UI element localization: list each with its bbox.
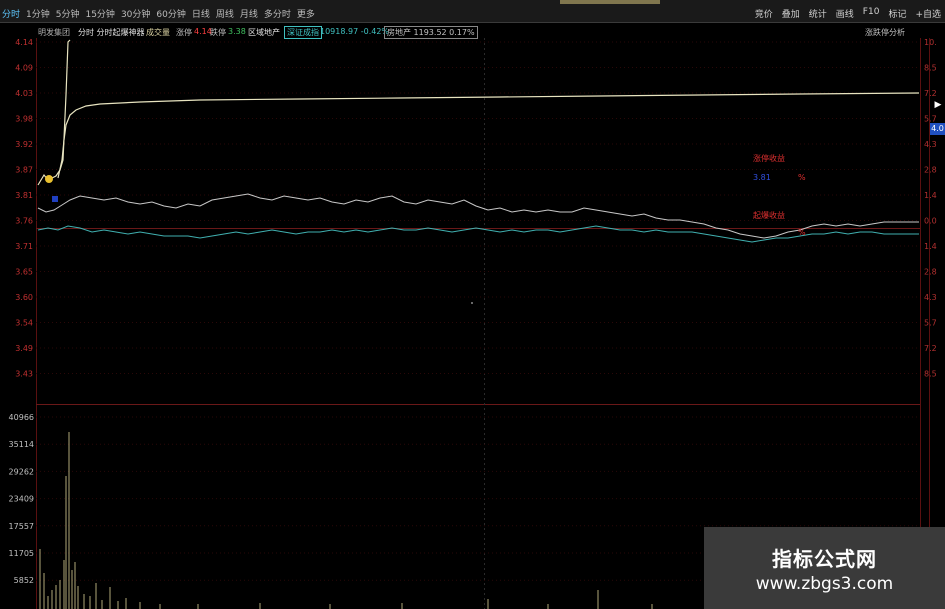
price-tick-label: 3.76 [15, 217, 33, 226]
white-line [37, 193, 919, 239]
price-tick-label: 3.98 [15, 115, 33, 124]
watermark: 指标公式网 www.zbgs3.com [704, 527, 945, 609]
watermark-title: 指标公式网 [772, 547, 877, 571]
price-tick-label: 3.65 [15, 268, 33, 277]
volume-bars [39, 432, 653, 609]
price-tick-label: 4.14 [15, 38, 33, 47]
price-tick-label: 3.81 [15, 191, 33, 200]
price-tick-label: 4.09 [15, 64, 33, 73]
volume-tick-label: 5852 [14, 576, 34, 585]
side-panel: ▶ 4.0 [929, 38, 945, 609]
volume-tick-label: 40966 [9, 413, 34, 422]
intraday-chart[interactable]: 4.14 4.09 4.03 3.98 3.92 3.87 3.81 3.76 3.71 3.65… [0, 0, 945, 609]
smile-marker-icon [45, 175, 53, 183]
breakout-profit-label: 起爆收益 [753, 211, 785, 220]
volume-tick-label: 17557 [9, 522, 34, 531]
volume-tick-label: 35114 [9, 440, 34, 449]
price-tick-label: 3.71 [15, 242, 33, 251]
price-tick-label: 3.60 [15, 293, 33, 302]
price-tick-label: 3.49 [15, 344, 33, 353]
limit-profit-label: 涨停收益 [753, 154, 785, 163]
price-tick-label: 4.03 [15, 89, 33, 98]
expand-arrow-icon[interactable]: ▶ [932, 100, 944, 112]
blue-marker-icon [52, 196, 58, 202]
dot-marker [471, 302, 473, 304]
price-line [37, 39, 71, 186]
price-tick-label: 3.43 [15, 370, 33, 379]
blue-value-label: 3.81 [753, 173, 771, 182]
breakout-line [57, 92, 920, 179]
watermark-url: www.zbgs3.com [755, 574, 894, 594]
side-badge: 4.0 [930, 123, 945, 135]
pct-mark-2: % [798, 228, 806, 237]
price-tick-label: 3.92 [15, 140, 33, 149]
volume-tick-label: 29262 [9, 467, 34, 476]
volume-tick-label: 23409 [9, 495, 34, 504]
price-tick-label: 3.54 [15, 319, 33, 328]
pct-mark-1: % [798, 173, 806, 182]
volume-tick-label: 11705 [9, 549, 34, 558]
price-tick-label: 3.87 [15, 166, 33, 175]
